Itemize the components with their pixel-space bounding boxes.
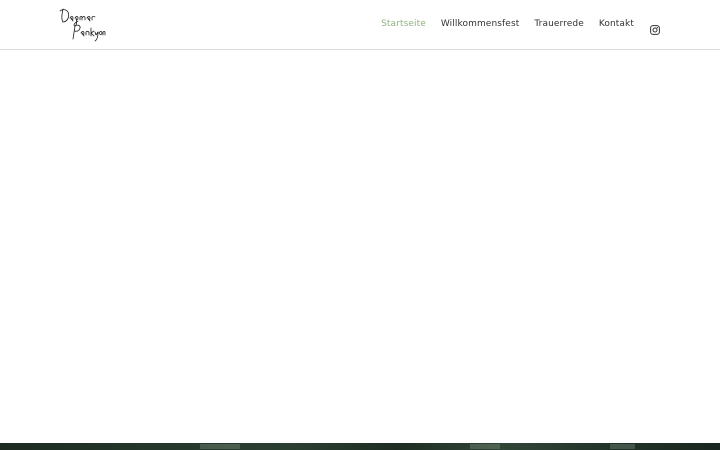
hero-image-top-edge	[0, 443, 720, 450]
hero-highlight	[610, 444, 635, 449]
signature-logo-icon	[59, 8, 106, 42]
main-content	[0, 50, 720, 443]
site-header: Startseite Willkommensfest Trauerrede Ko…	[0, 0, 720, 50]
nav-item-startseite[interactable]: Startseite	[381, 17, 426, 31]
nav-item-trauerrede[interactable]: Trauerrede	[534, 17, 583, 31]
main-nav: Startseite Willkommensfest Trauerrede Ko…	[381, 17, 634, 31]
page: Startseite Willkommensfest Trauerrede Ko…	[0, 0, 720, 450]
site-logo[interactable]	[58, 6, 106, 44]
instagram-icon	[650, 25, 660, 35]
nav-item-willkommensfest[interactable]: Willkommensfest	[441, 17, 520, 31]
hero-highlight	[470, 444, 500, 449]
instagram-link[interactable]	[650, 20, 660, 35]
nav-item-kontakt[interactable]: Kontakt	[599, 17, 634, 31]
hero-highlight	[200, 444, 240, 449]
